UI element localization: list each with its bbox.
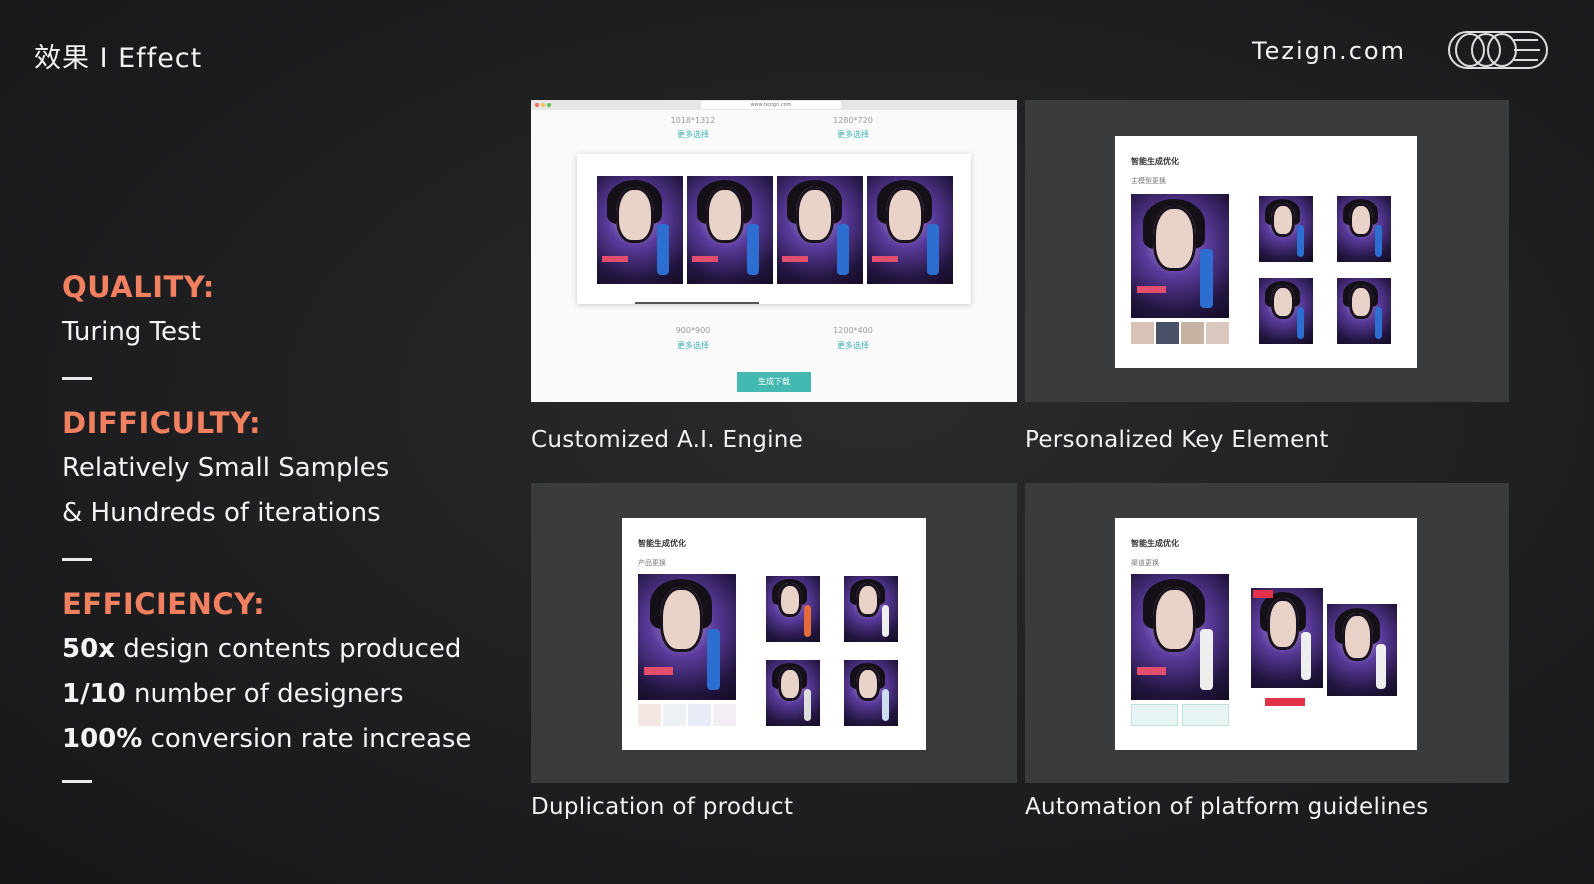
ad-thumbnail[interactable] <box>597 176 683 284</box>
size-label: 1018*1312 <box>670 116 716 125</box>
difficulty-label: DIFFICULTY: <box>62 406 262 440</box>
product-option[interactable] <box>663 704 686 726</box>
divider <box>62 558 92 561</box>
ad-thumbnail[interactable] <box>1337 278 1391 344</box>
url-bar[interactable]: www.tezign.com <box>701 101 841 109</box>
panel-key-element: 智能生成优化 主模型更换 <box>1025 100 1509 402</box>
ad-thumbnail[interactable] <box>1259 196 1313 262</box>
minimize-dot-icon <box>541 103 545 107</box>
generate-download-button[interactable]: 生成下载 <box>737 372 811 392</box>
ad-main-preview[interactable] <box>638 574 736 700</box>
more-options-link[interactable]: 更多选择 <box>663 340 723 351</box>
efficiency-label: EFFICIENCY: <box>62 587 266 621</box>
efficiency-number: 100% <box>62 724 143 754</box>
ad-thumbnail[interactable] <box>777 176 863 284</box>
panel-caption: Customized A.I. Engine <box>531 427 804 453</box>
divider <box>62 780 92 783</box>
dialog-card: 智能生成优化 渠道更换 <box>1115 518 1417 750</box>
price-tag <box>1265 698 1305 706</box>
more-options-link[interactable]: 更多选择 <box>823 129 883 140</box>
divider <box>62 377 92 380</box>
efficiency-number: 1/10 <box>62 679 126 709</box>
ad-thumbnail[interactable] <box>1259 278 1313 344</box>
dialog-subtitle: 产品更换 <box>638 559 666 567</box>
ad-thumbnail[interactable] <box>844 660 898 726</box>
ad-thumbnail[interactable] <box>1337 196 1391 262</box>
efficiency-text: design contents produced <box>114 634 462 664</box>
channel-option[interactable] <box>1131 704 1178 726</box>
channel-option[interactable] <box>1182 704 1229 726</box>
model-selector <box>1131 322 1229 344</box>
product-option[interactable] <box>638 704 661 726</box>
efficiency-text: number of designers <box>125 679 404 709</box>
ad-main-preview[interactable] <box>1131 574 1229 700</box>
quality-value: Turing Test <box>62 317 201 347</box>
product-option[interactable] <box>688 704 711 726</box>
more-options-link[interactable]: 更多选择 <box>663 129 723 140</box>
efficiency-line1: 50x design contents produced <box>62 627 492 672</box>
difficulty-line1: Relatively Small Samples <box>62 453 390 483</box>
product-selector <box>638 704 736 726</box>
size-label: 900*900 <box>675 326 711 335</box>
model-option[interactable] <box>1156 322 1179 344</box>
panel-caption: Personalized Key Element <box>1025 427 1329 453</box>
tezign-logo-icon <box>1448 31 1548 69</box>
efficiency-line3: 100% conversion rate increase <box>62 717 492 762</box>
panel-platform-guidelines: 智能生成优化 渠道更换 <box>1025 483 1509 783</box>
more-options-link[interactable]: 更多选择 <box>823 340 883 351</box>
ad-thumbnail[interactable] <box>766 576 820 642</box>
ad-thumbnail[interactable] <box>766 660 820 726</box>
section-title: 效果 I Effect <box>34 43 203 74</box>
maximize-dot-icon <box>547 103 551 107</box>
ad-thumbnail[interactable] <box>844 576 898 642</box>
ad-thumbnail[interactable] <box>867 176 953 284</box>
scrollbar[interactable] <box>635 302 759 304</box>
site-name: Tezign.com <box>1252 37 1406 65</box>
close-dot-icon <box>535 103 539 107</box>
ad-main-preview[interactable] <box>1131 194 1229 318</box>
efficiency-text: conversion rate increase <box>142 724 472 754</box>
efficiency-line2: 1/10 number of designers <box>62 672 492 717</box>
panel-ai-engine: www.tezign.com 1018*1312 更多选择 1280*720 更… <box>531 100 1017 402</box>
dialog-title: 智能生成优化 <box>1131 157 1179 166</box>
model-option[interactable] <box>1206 322 1229 344</box>
panel-product-duplication: 智能生成优化 产品更换 <box>531 483 1017 783</box>
model-option[interactable] <box>1131 322 1154 344</box>
size-label: 1280*720 <box>833 116 873 125</box>
efficiency-number: 50x <box>62 634 115 664</box>
dialog-card: 智能生成优化 产品更换 <box>622 518 926 750</box>
difficulty-line2: & Hundreds of iterations <box>62 498 381 528</box>
dialog-subtitle: 主模型更换 <box>1131 177 1166 185</box>
dialog-title: 智能生成优化 <box>638 539 686 548</box>
browser-toolbar: www.tezign.com <box>531 100 1017 110</box>
ad-thumbnail[interactable] <box>1327 604 1397 696</box>
ad-thumbnail[interactable] <box>687 176 773 284</box>
model-option[interactable] <box>1181 322 1204 344</box>
channel-selector <box>1131 704 1229 726</box>
quality-label: QUALITY: <box>62 270 215 304</box>
ad-thumbnail[interactable] <box>1251 588 1323 688</box>
dialog-title: 智能生成优化 <box>1131 539 1179 548</box>
preview-card <box>577 154 971 304</box>
metrics-column: QUALITY: Turing Test DIFFICULTY: Relativ… <box>62 270 492 809</box>
panel-caption: Duplication of product <box>531 794 794 820</box>
dialog-card: 智能生成优化 主模型更换 <box>1115 136 1417 368</box>
dialog-subtitle: 渠道更换 <box>1131 559 1159 567</box>
product-option[interactable] <box>713 704 736 726</box>
panel-caption: Automation of platform guidelines <box>1025 794 1429 820</box>
size-label: 1200*400 <box>833 326 873 335</box>
